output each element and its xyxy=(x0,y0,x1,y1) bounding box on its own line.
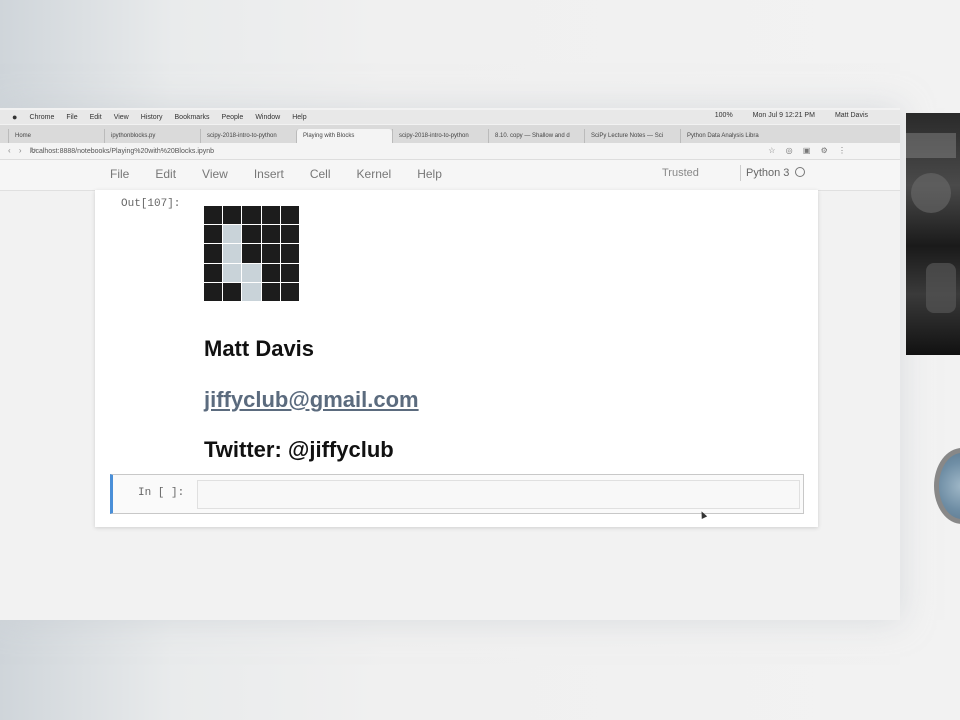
tab-label: ipythonblocks.py xyxy=(111,133,156,139)
tab-label: Python Data Analysis Libra xyxy=(687,133,759,139)
grid-block xyxy=(280,263,299,282)
menu-help[interactable]: Help xyxy=(417,167,442,181)
menubar-item[interactable]: People xyxy=(222,114,244,121)
grid-block xyxy=(261,225,280,244)
browser-tab[interactable]: scipy-2018-intro-to-python xyxy=(392,129,488,143)
grid-block xyxy=(204,263,223,282)
grid-block xyxy=(242,225,261,244)
grid-block xyxy=(204,282,223,301)
kernel-name: Python 3 xyxy=(746,167,790,179)
menubar-item[interactable]: View xyxy=(114,114,129,121)
grid-block xyxy=(223,206,242,225)
menubar-clock[interactable]: Mon Jul 9 12:21 PM xyxy=(753,112,815,119)
menubar-item[interactable]: File xyxy=(66,114,77,121)
menu-insert[interactable]: Insert xyxy=(254,167,284,181)
grid-block xyxy=(223,263,242,282)
input-prompt: In [ ]: xyxy=(138,487,185,499)
menubar-item[interactable]: Edit xyxy=(90,114,102,121)
grid-block xyxy=(204,225,223,244)
battery-status[interactable]: 100% xyxy=(715,112,733,119)
grid-block xyxy=(261,206,280,225)
macos-menubar: ● Chrome File Edit View History Bookmark… xyxy=(0,110,900,124)
grid-block xyxy=(261,244,280,263)
menu-view[interactable]: View xyxy=(202,167,228,181)
tab-label: scipy-2018-intro-to-python xyxy=(399,133,469,139)
browser-tab-strip: Home ipythonblocks.py scipy-2018-intro-t… xyxy=(0,125,900,143)
extension-icons[interactable]: ☆ ◎ ▣ ⚙ ⋮ xyxy=(768,146,850,155)
twitter-handle: Twitter: @jiffyclub xyxy=(204,437,394,462)
round-logo-icon xyxy=(934,448,960,524)
grid-block xyxy=(204,244,223,263)
apple-icon[interactable]: ● xyxy=(12,112,17,122)
grid-block xyxy=(242,206,261,225)
grid-block xyxy=(261,263,280,282)
menubar-item[interactable]: Help xyxy=(292,114,306,121)
grid-block xyxy=(223,225,242,244)
tab-label: Home xyxy=(15,133,32,139)
address-url[interactable]: localhost:8888/notebooks/Playing%20with%… xyxy=(30,148,214,155)
kernel-status-icon xyxy=(795,167,806,177)
author-name: Matt Davis xyxy=(204,336,315,361)
browser-tab[interactable]: 8.10. copy — Shallow and d xyxy=(488,129,584,143)
tab-label: SciPy Lecture Notes — Sci xyxy=(591,133,664,139)
grid-block xyxy=(280,282,299,301)
menu-cell[interactable]: Cell xyxy=(310,167,331,181)
browser-tab-active[interactable]: Playing with Blocks xyxy=(296,129,392,143)
browser-tab[interactable]: scipy-2018-intro-to-python xyxy=(200,129,296,143)
grid-block xyxy=(280,206,299,225)
grid-block xyxy=(223,282,242,301)
side-photo xyxy=(906,113,960,355)
menubar-item[interactable]: Chrome xyxy=(29,114,54,121)
address-bar[interactable]: ‹ › ↻ localhost:8888/notebooks/Playing%2… xyxy=(0,143,900,160)
back-forward-reload-icons[interactable]: ‹ › ↻ xyxy=(8,146,39,155)
code-input[interactable] xyxy=(197,480,800,509)
block-grid-output xyxy=(204,206,299,301)
tab-label: Playing with Blocks xyxy=(303,133,355,139)
tab-label: 8.10. copy — Shallow and d xyxy=(495,133,570,139)
menubar-item[interactable]: Window xyxy=(255,114,280,121)
tab-label: scipy-2018-intro-to-python xyxy=(207,133,277,139)
kernel-indicator[interactable]: Python 3 xyxy=(740,165,806,181)
menubar-item[interactable]: History xyxy=(141,114,163,121)
grid-block xyxy=(242,244,261,263)
menu-file[interactable]: File xyxy=(110,167,129,181)
menubar-item[interactable]: Bookmarks xyxy=(175,114,210,121)
browser-tab[interactable]: Home xyxy=(8,129,104,143)
output-prompt: Out[107]: xyxy=(121,198,181,210)
menubar-user[interactable]: Matt Davis xyxy=(835,112,868,119)
grid-block xyxy=(280,244,299,263)
grid-block xyxy=(223,244,242,263)
grid-block xyxy=(242,263,261,282)
menu-kernel[interactable]: Kernel xyxy=(357,167,392,181)
browser-tab[interactable]: Python Data Analysis Libra xyxy=(680,129,776,143)
grid-block xyxy=(280,225,299,244)
grid-block xyxy=(204,206,223,225)
grid-block xyxy=(242,282,261,301)
browser-tab[interactable]: ipythonblocks.py xyxy=(104,129,200,143)
trusted-indicator[interactable]: Trusted xyxy=(662,167,699,179)
menu-edit[interactable]: Edit xyxy=(155,167,176,181)
grid-block xyxy=(261,282,280,301)
email-link[interactable]: jiffyclub@gmail.com xyxy=(204,387,419,413)
browser-tab[interactable]: SciPy Lecture Notes — Sci xyxy=(584,129,680,143)
